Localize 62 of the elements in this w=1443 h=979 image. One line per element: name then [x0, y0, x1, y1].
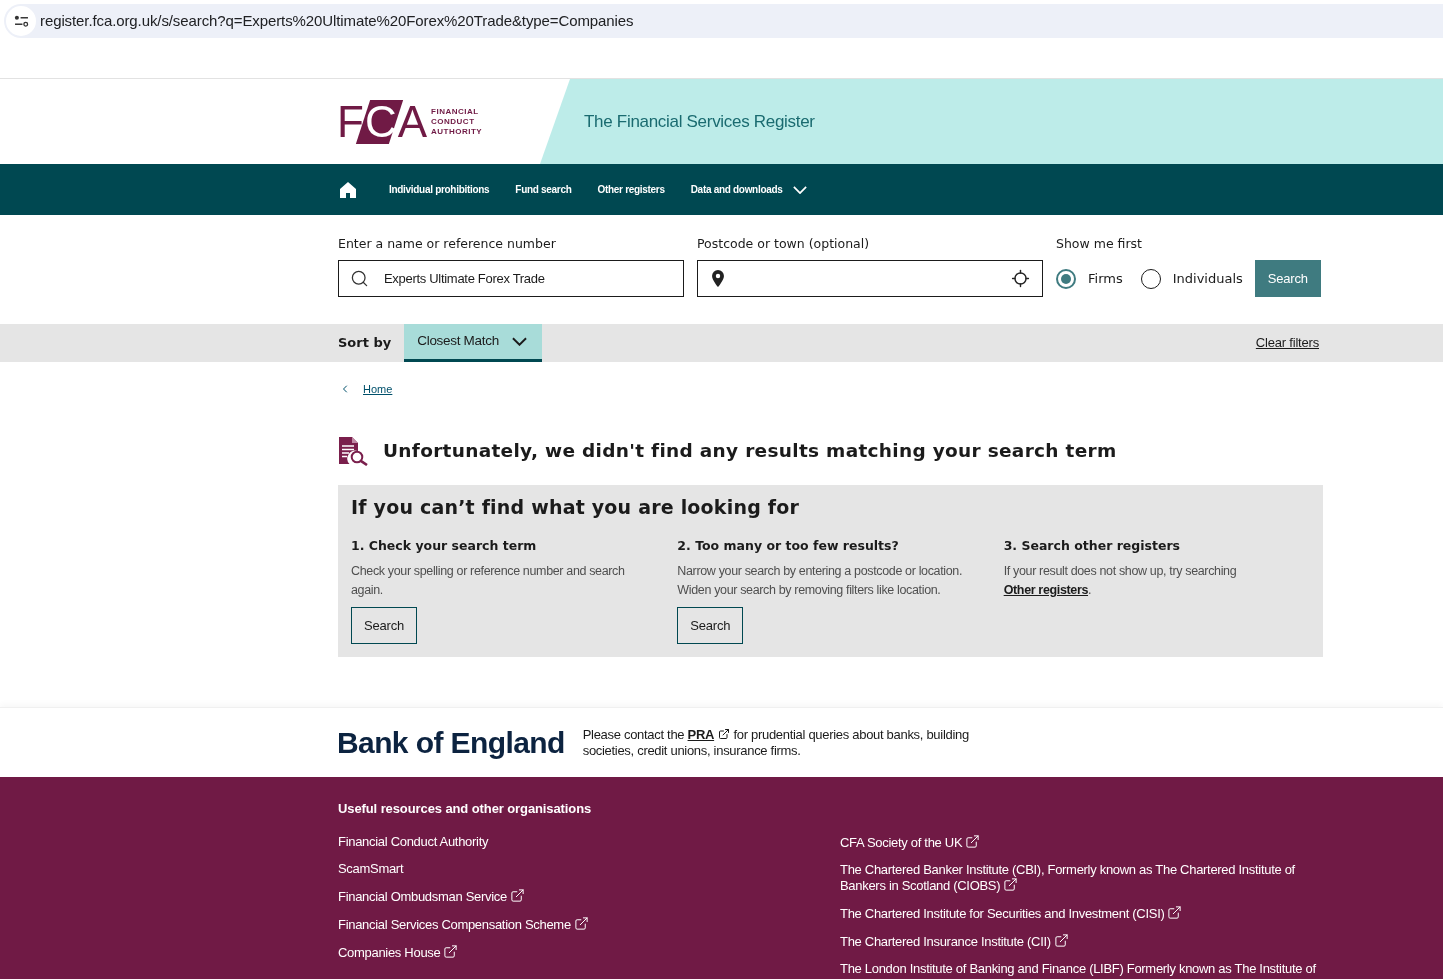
radio-button[interactable]	[1056, 268, 1076, 289]
radio-label: Firms	[1088, 269, 1123, 288]
pra-contact-text: Please contact the PRA for prudential queries about banks, building societies, credit unions, insurance firms.	[582, 726, 970, 759]
nav-link[interactable]: Fund search	[515, 182, 572, 197]
search-icon	[350, 269, 369, 288]
search-button[interactable]: Search	[677, 607, 744, 644]
chevron-down-icon	[512, 337, 528, 346]
location-field[interactable]	[697, 260, 1043, 297]
help-text: If your result does not show up, try searching Other registers.	[1003, 563, 1238, 599]
external-link-icon	[1003, 877, 1019, 892]
field-label: Postcode or town (optional)	[697, 236, 871, 252]
external-link-icon	[965, 834, 981, 849]
external-link-icon	[443, 944, 459, 959]
no-results-heading: Unfortunately, we didn't find any results matching your search term	[383, 439, 1117, 464]
clear-filters-link[interactable]: Clear filters	[1255, 333, 1319, 353]
sort-dropdown[interactable]: Closest Match	[404, 324, 543, 362]
home-link[interactable]	[339, 180, 357, 199]
locate-icon[interactable]	[1011, 269, 1030, 288]
footer-link[interactable]: Financial Ombudsman Service	[338, 888, 525, 904]
footer-link[interactable]: Financial Services Compensation Scheme	[338, 916, 589, 932]
name-search-field[interactable]: Experts Ultimate Forex Trade	[338, 260, 684, 297]
help-heading: 3. Search other registers	[1003, 538, 1182, 554]
footer-title: Useful resources and other organisations	[338, 801, 592, 817]
field-label: Show me first	[1056, 236, 1143, 252]
help-heading: 1. Check your search term	[351, 538, 538, 554]
help-text: Narrow your search by entering a postcode or location. Widen your search by removing filters like location.	[677, 563, 964, 599]
footer-link[interactable]: CFA Society of the UK	[840, 834, 981, 850]
sliders-icon	[13, 15, 29, 27]
footer-link[interactable]: The Chartered Insurance Institute (CII)	[840, 933, 1069, 949]
help-heading: 2. Too many or too few results?	[677, 538, 900, 554]
external-link-icon	[509, 888, 525, 903]
document-search-icon	[338, 436, 368, 466]
footer-link[interactable]: The Chartered Banker Institute (CBI), Formerly known as The Chartered Institute of Bankers in Scotland (CIOBS)	[840, 862, 1340, 893]
footer-link[interactable]: Companies House	[338, 944, 459, 960]
pra-link[interactable]: PRA	[687, 726, 731, 742]
external-link-icon	[573, 916, 589, 931]
map-pin-icon	[712, 270, 724, 287]
chevron-down-icon	[792, 185, 807, 194]
footer-link[interactable]: ScamSmart	[338, 861, 404, 876]
external-link-icon	[1167, 905, 1183, 920]
help-title: If you can’t find what you are looking for	[351, 495, 801, 519]
nav-link[interactable]: Individual prohibitions	[389, 182, 490, 197]
help-text: Check your spelling or reference number and search again.	[351, 563, 626, 599]
search-button[interactable]: Search	[1254, 260, 1321, 297]
footer-link[interactable]: The Chartered Institute for Securities and Investment (CISI)	[840, 905, 1183, 921]
search-button[interactable]: Search	[351, 607, 417, 644]
page-url: register.fca.org.uk/s/search?q=Experts%20Ultimate%20Forex%20Trade&type=Companies	[40, 10, 634, 31]
nav-menu-button[interactable]: Data and downloads	[690, 182, 807, 197]
breadcrumb-link[interactable]: Home	[363, 380, 393, 398]
bank-of-england-logo[interactable]: Bank of England	[337, 727, 565, 758]
address-bar[interactable]: register.fca.org.uk/s/search?q=Experts%20Ultimate%20Forex%20Trade&type=Companies	[4, 4, 1443, 38]
external-link-icon	[718, 727, 731, 740]
field-label: Enter a name or reference number	[338, 236, 557, 252]
nav-link[interactable]: Other registers	[597, 182, 665, 197]
sort-label: Sort by	[338, 334, 392, 353]
site-title: The Financial Services Register	[584, 110, 815, 133]
external-link-icon	[1053, 933, 1069, 948]
radio-label: Individuals	[1172, 269, 1243, 288]
site-info-button[interactable]	[6, 6, 36, 36]
home-icon	[339, 180, 357, 199]
footer-link[interactable]: Financial Conduct Authority	[338, 834, 489, 849]
footer-link[interactable]: The London Institute of Banking and Finance (LIBF) Formerly known as The Institute of	[840, 961, 1316, 976]
